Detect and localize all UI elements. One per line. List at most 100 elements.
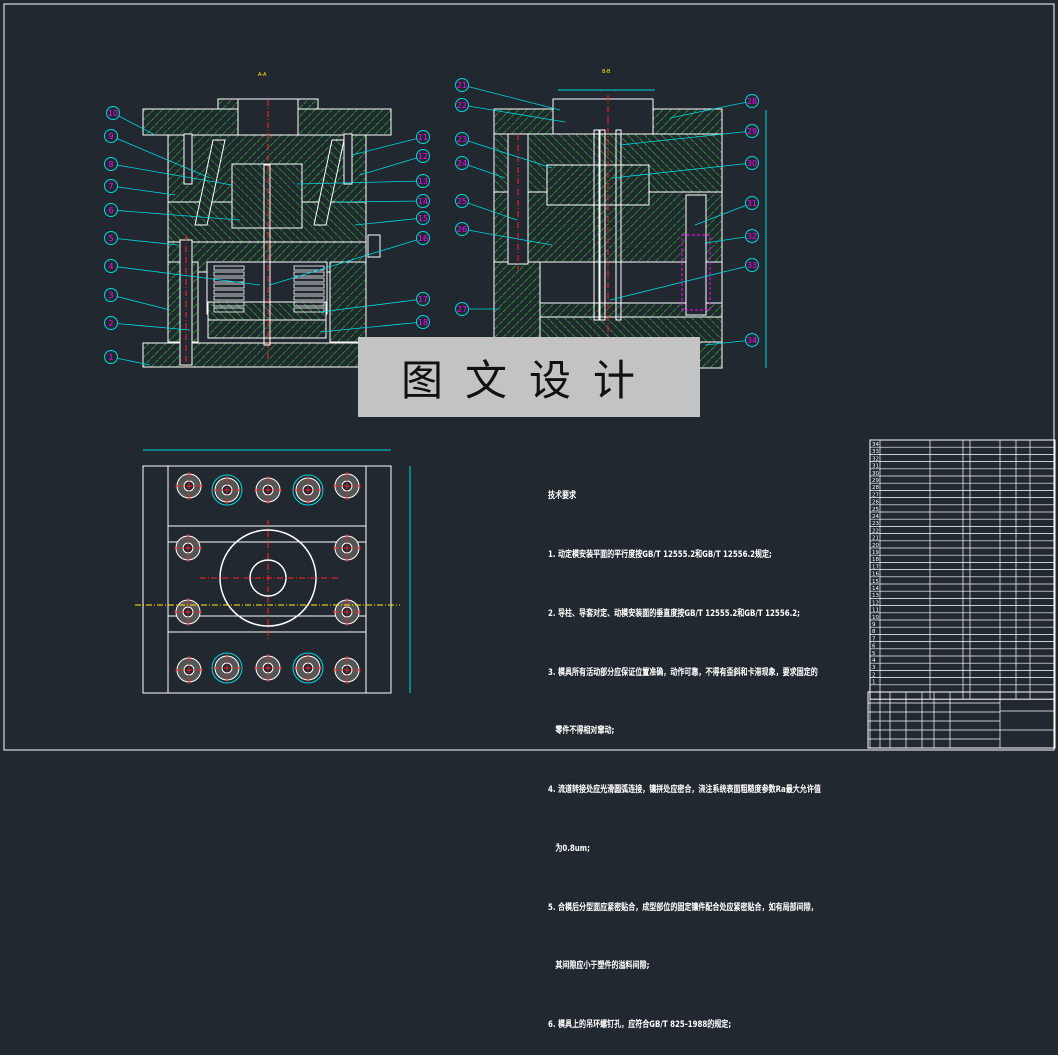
row-number: 8 xyxy=(872,629,876,635)
balloon-number: 2 xyxy=(108,319,113,328)
cavity xyxy=(343,133,353,185)
requirement-item: 1. 动定模安装平面的平行度按GB/T 12555.2和GB/T 12556.2… xyxy=(548,549,772,560)
balloon-number: 15 xyxy=(418,214,428,223)
balloon-number: 23 xyxy=(457,135,467,144)
requirement-item: 6. 模具上的吊环螺钉孔，应符合GB/T 825-1988的规定; xyxy=(548,1020,732,1031)
row-number: 33 xyxy=(872,449,879,455)
requirement-item: 5. 合模后分型面应紧密贴合，成型部位的固定镶件配合处应紧密贴合，如有局部间隙， xyxy=(548,902,818,913)
row-number: 9 xyxy=(872,622,876,628)
row-number: 20 xyxy=(872,543,879,549)
technical-requirements: 技术要求 1. 动定模安装平面的平行度按GB/T 12555.2和GB/T 12… xyxy=(548,448,821,1055)
parts-list: 3433323130292827262524232221201918171615… xyxy=(869,439,1056,700)
balloon-number: 24 xyxy=(457,159,467,168)
requirements-title: 技术要求 xyxy=(548,491,577,502)
row-number: 19 xyxy=(872,550,879,556)
balloon-number: 14 xyxy=(418,197,428,206)
mold-plate xyxy=(546,164,650,206)
leader-line xyxy=(110,294,171,311)
row-number: 28 xyxy=(872,485,879,491)
balloon-number: 11 xyxy=(418,133,428,142)
balloon-number: 17 xyxy=(418,295,428,304)
row-number: 3 xyxy=(872,665,876,671)
balloon-number: 26 xyxy=(457,225,467,234)
row-number: 29 xyxy=(872,478,879,484)
row-number: 17 xyxy=(872,564,879,570)
requirement-item: 零件不得相对窜动; xyxy=(548,726,615,737)
leader-line xyxy=(461,84,561,111)
mold-plate xyxy=(493,261,541,345)
row-number: 4 xyxy=(872,658,876,664)
requirement-item: 3. 模具所有活动部分应保证位置准确，动作可靠，不得有歪斜和卡滞现象，要求固定的 xyxy=(548,667,818,678)
row-number: 32 xyxy=(872,456,879,462)
balloon-number: 27 xyxy=(457,305,467,314)
balloon-number: 25 xyxy=(457,197,467,206)
section-label-a: A-A xyxy=(258,72,267,78)
balloon-number: 18 xyxy=(418,318,428,327)
row-number: 16 xyxy=(872,572,879,578)
row-number: 10 xyxy=(872,615,879,621)
row-number: 2 xyxy=(872,672,876,678)
balloon-number: 28 xyxy=(747,97,757,106)
balloon-number: 5 xyxy=(108,234,113,243)
requirement-item: 4. 流道转接处应光滑圆弧连接，镶拼处应密合，浇注系统表面粗糙度参数Ra最大允许… xyxy=(548,785,821,796)
row-number: 11 xyxy=(872,608,879,614)
requirement-item: 其间隙应小于塑件的溢料间隙; xyxy=(548,961,650,972)
row-number: 31 xyxy=(872,464,879,470)
balloon-number: 3 xyxy=(108,291,113,300)
balloon-number: 16 xyxy=(418,234,428,243)
plan-view xyxy=(135,449,411,694)
cavity xyxy=(552,98,654,135)
requirement-item: 2. 导柱、导套对定、动模安装面的垂直度按GB/T 12555.2和GB/T 1… xyxy=(548,608,800,619)
row-number: 7 xyxy=(872,636,876,642)
leader-line xyxy=(359,155,424,176)
cavity xyxy=(685,194,707,316)
row-number: 27 xyxy=(872,492,879,498)
row-number: 6 xyxy=(872,644,876,650)
requirement-item: 为0.8um; xyxy=(548,843,590,854)
balloon-number: 13 xyxy=(418,177,428,186)
balloon-number: 1 xyxy=(108,353,113,362)
mold-plate xyxy=(207,301,327,321)
balloon-number: 8 xyxy=(108,160,113,169)
row-number: 12 xyxy=(872,600,879,606)
title-block xyxy=(867,691,1056,749)
balloon-number: 12 xyxy=(418,152,428,161)
row-number: 14 xyxy=(872,586,879,592)
balloon-number: 22 xyxy=(457,101,467,110)
balloon-number: 33 xyxy=(747,261,757,270)
row-number: 25 xyxy=(872,507,879,513)
balloon-number: 4 xyxy=(108,262,113,271)
row-number: 21 xyxy=(872,536,879,542)
water-connector xyxy=(367,234,381,258)
row-number: 1 xyxy=(872,680,876,686)
section-label-b: B-B xyxy=(602,69,611,75)
balloon-number: 7 xyxy=(108,182,113,191)
row-number: 24 xyxy=(872,514,879,520)
balloon-number: 10 xyxy=(108,109,118,118)
balloon-number: 31 xyxy=(747,199,757,208)
row-number: 5 xyxy=(872,651,876,657)
mold-plate xyxy=(231,163,303,229)
row-number: 23 xyxy=(872,521,879,527)
title-frame xyxy=(867,691,1056,749)
mold-plate xyxy=(207,319,327,339)
row-number: 34 xyxy=(872,442,879,448)
row-number: 15 xyxy=(872,579,879,585)
balloon-number: 6 xyxy=(108,206,113,215)
row-number: 22 xyxy=(872,528,879,534)
row-number: 18 xyxy=(872,557,879,563)
balloon-number: 29 xyxy=(747,127,757,136)
row-number: 26 xyxy=(872,500,879,506)
balloon-number: 9 xyxy=(108,132,113,141)
mold-plate xyxy=(329,261,367,343)
row-number: 30 xyxy=(872,471,879,477)
balloon-number: 34 xyxy=(747,336,757,345)
balloon-number: 30 xyxy=(747,159,757,168)
section-view-b-b: 21 22 23 24 25 26 27 28 29 30 31 32 33 34 xyxy=(455,78,767,369)
watermark: 图文设计 xyxy=(358,337,700,417)
row-number: 13 xyxy=(872,593,879,599)
balloon-number: 21 xyxy=(457,81,467,90)
section-view-a-a: 109876543211112131415161718 xyxy=(104,98,430,368)
balloon-number: 32 xyxy=(747,232,757,241)
leader-line xyxy=(110,185,176,196)
